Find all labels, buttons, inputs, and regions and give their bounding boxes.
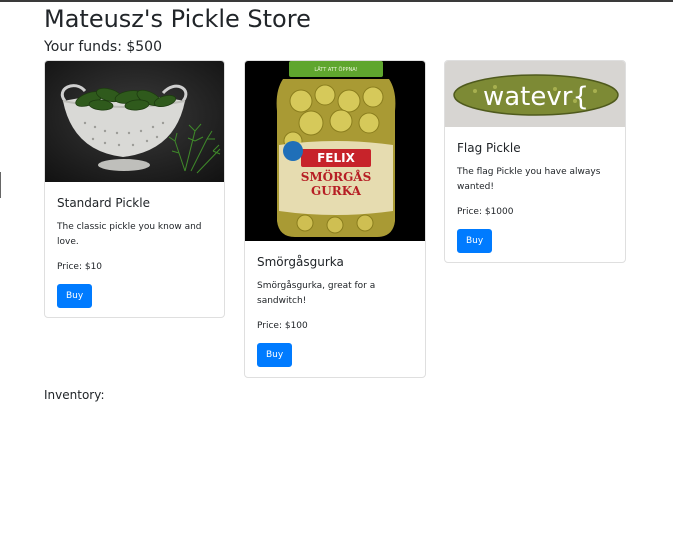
pickle-jar-image: LÄTT ATT ÖPPNA! FELIX SMÖRGÅS GURKA — [245, 61, 425, 241]
jar-brand: FELIX — [317, 151, 356, 165]
product-name: Flag Pickle — [457, 141, 521, 155]
product-description: The flag Pickle you have always wanted! — [457, 167, 601, 192]
product-card-standard-pickle: Standard Pickle The classic pickle you k… — [44, 60, 225, 318]
jar-lid-text: LÄTT ATT ÖPPNA! — [314, 66, 357, 73]
funds-text: Your funds: $500 — [44, 39, 162, 55]
product-price: Price: $1000 — [457, 207, 514, 217]
card-body: Smörgåsgurka Smörgåsgurka, great for a s… — [245, 241, 425, 377]
inventory-heading: Inventory: — [44, 388, 105, 402]
page-title: Mateusz's Pickle Store — [44, 5, 311, 33]
colander-pickles-image — [45, 61, 224, 182]
funds-label: Your funds: $500 — [44, 37, 162, 57]
card-body: Flag Pickle The flag Pickle you have alw… — [445, 127, 625, 262]
product-description: The classic pickle you know and love. — [57, 222, 202, 247]
jar-label-line1: SMÖRGÅS — [301, 168, 372, 184]
window-top-border — [0, 0, 673, 2]
product-price: Price: $100 — [257, 321, 308, 331]
product-name: Standard Pickle — [57, 196, 150, 210]
buy-button-flag-pickle[interactable]: Buy — [457, 229, 493, 253]
buy-button-standard-pickle[interactable]: Buy — [57, 284, 93, 308]
product-description: Smörgåsgurka, great for a sandwitch! — [257, 281, 376, 306]
product-name: Smörgåsgurka — [257, 255, 344, 269]
flag-pickle-overlay-text: watevr{ — [483, 82, 589, 112]
jar-label-line2: GURKA — [311, 184, 362, 198]
left-edge-marker — [0, 172, 1, 198]
buy-button-smorgasgurka[interactable]: Buy — [257, 343, 293, 367]
flag-pickle-image: watevr{ — [445, 61, 625, 127]
product-card-flag-pickle: watevr{ Flag Pickle The flag Pickle you … — [444, 60, 626, 263]
product-card-smorgasgurka: LÄTT ATT ÖPPNA! FELIX SMÖRGÅS GURKA Smör — [244, 60, 426, 378]
product-price: Price: $10 — [57, 262, 103, 272]
card-body: Standard Pickle The classic pickle you k… — [45, 182, 224, 317]
